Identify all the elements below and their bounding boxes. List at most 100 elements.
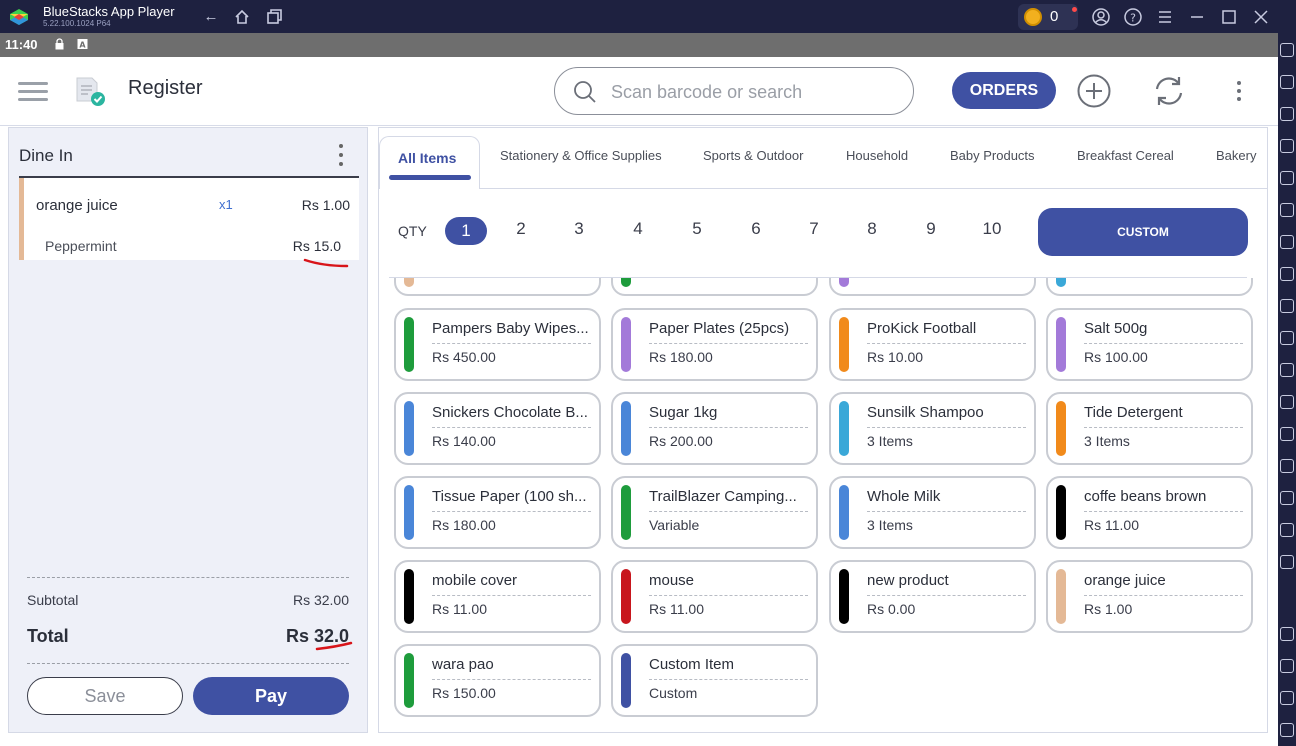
tab-baby-products[interactable]: Baby Products [950, 148, 1035, 163]
cart-line-item[interactable]: orange juice x1 Rs 1.00 Peppermint Rs 15… [19, 178, 359, 260]
keyboard-a-icon: A [77, 39, 88, 50]
tab-active-indicator [389, 175, 471, 180]
fullscreen-icon[interactable] [1280, 43, 1294, 57]
search-box[interactable] [554, 67, 914, 115]
qty-option-1[interactable]: 1 [445, 217, 487, 245]
product-color-bar [404, 278, 414, 287]
notification-dot [1072, 7, 1077, 12]
product-card[interactable]: Whole Milk 3 Items [829, 476, 1036, 549]
product-card[interactable]: Sugar 1kg Rs 200.00 [611, 392, 818, 465]
product-price: Rs 11.00 [432, 601, 487, 617]
qty-option-6[interactable]: 6 [736, 219, 776, 239]
record-icon[interactable] [1280, 299, 1294, 313]
menu-icon[interactable] [1155, 7, 1175, 27]
media-icon[interactable] [1280, 331, 1294, 345]
side-back-icon[interactable] [1280, 659, 1294, 673]
product-card[interactable]: Pampers Baby Wipes... Rs 450.00 [394, 308, 601, 381]
apk-icon[interactable] [1280, 235, 1294, 249]
cart-panel: Dine In orange juice x1 Rs 1.00 Peppermi… [8, 127, 368, 733]
qty-option-8[interactable]: 8 [852, 219, 892, 239]
side-recents-icon[interactable] [1280, 723, 1294, 737]
screenshot-icon[interactable] [1280, 267, 1294, 281]
product-card[interactable]: mouse Rs 11.00 [611, 560, 818, 633]
more-vertical-icon[interactable] [1221, 73, 1257, 109]
subtotal-label: Subtotal [27, 592, 79, 608]
maximize-icon[interactable] [1219, 7, 1239, 27]
product-card[interactable]: ProKick Football Rs 10.00 [829, 308, 1036, 381]
tab-sports-outdoor[interactable]: Sports & Outdoor [703, 148, 803, 163]
product-card[interactable]: wara pao Rs 150.00 [394, 644, 601, 717]
tab-bakery[interactable]: Bakery [1216, 148, 1256, 163]
product-card-partial[interactable] [611, 278, 818, 296]
product-name: Custom Item [649, 656, 735, 673]
qty-option-4[interactable]: 4 [618, 219, 658, 239]
rotate-icon[interactable] [1280, 171, 1294, 185]
hamburger-menu-icon[interactable] [18, 82, 48, 102]
qty-option-5[interactable]: 5 [677, 219, 717, 239]
annotation-underline-mark [315, 641, 353, 651]
product-card[interactable]: orange juice Rs 1.00 [1046, 560, 1253, 633]
product-card-partial[interactable] [394, 278, 601, 296]
search-input[interactable] [611, 81, 901, 103]
line-item-price: Rs 1.00 [301, 197, 350, 213]
tab-breakfast-cereal[interactable]: Breakfast Cereal [1077, 148, 1174, 163]
airplane-icon[interactable] [1280, 363, 1294, 377]
phone-icon[interactable] [1280, 427, 1294, 441]
product-price: Rs 1.00 [1084, 601, 1133, 617]
add-circle-icon[interactable] [1076, 73, 1112, 109]
custom-qty-button[interactable]: CUSTOM [1038, 208, 1248, 256]
tab-household[interactable]: Household [846, 148, 908, 163]
order-type-title[interactable]: Dine In [19, 146, 73, 166]
product-color-bar [839, 401, 849, 456]
refresh-icon[interactable] [1151, 73, 1187, 109]
product-card[interactable]: Sunsilk Shampoo 3 Items [829, 392, 1036, 465]
product-card-partial[interactable] [829, 278, 1036, 296]
tab-stationery[interactable]: Stationery & Office Supplies [500, 148, 662, 163]
qty-option-7[interactable]: 7 [794, 219, 834, 239]
back-icon[interactable]: ← [202, 8, 220, 26]
product-card[interactable]: Tide Detergent 3 Items [1046, 392, 1253, 465]
product-name: coffe beans brown [1084, 488, 1207, 505]
layers-icon[interactable] [1280, 491, 1294, 505]
help-icon[interactable]: ? [1123, 7, 1143, 27]
qty-option-2[interactable]: 2 [501, 219, 541, 239]
tab-all-items[interactable]: All Items [379, 136, 480, 189]
location-icon[interactable] [1280, 459, 1294, 473]
gamepad-icon[interactable] [1280, 139, 1294, 153]
save-button[interactable]: Save [27, 677, 183, 715]
product-card[interactable]: Salt 500g Rs 100.00 [1046, 308, 1253, 381]
product-color-bar [839, 317, 849, 372]
product-card[interactable]: mobile cover Rs 11.00 [394, 560, 601, 633]
product-card[interactable]: new product Rs 0.00 [829, 560, 1036, 633]
side-home-icon[interactable] [1280, 691, 1294, 705]
product-divider [1084, 343, 1243, 344]
orders-button[interactable]: ORDERS [952, 72, 1056, 109]
pay-button[interactable]: Pay [193, 677, 349, 715]
product-divider [432, 343, 591, 344]
product-card[interactable]: Paper Plates (25pcs) Rs 180.00 [611, 308, 818, 381]
qty-option-10[interactable]: 10 [972, 219, 1012, 239]
product-card[interactable]: TrailBlazer Camping... Variable [611, 476, 818, 549]
product-card[interactable]: Snickers Chocolate B... Rs 140.00 [394, 392, 601, 465]
qty-option-3[interactable]: 3 [559, 219, 599, 239]
account-icon[interactable] [1091, 7, 1111, 27]
product-card[interactable]: Custom Item Custom [611, 644, 818, 717]
home-icon[interactable] [233, 8, 251, 26]
product-card-partial[interactable] [1046, 278, 1253, 296]
multi-instance-icon[interactable] [1280, 555, 1294, 569]
macro-icon[interactable] [1280, 395, 1294, 409]
product-card[interactable]: coffe beans brown Rs 11.00 [1046, 476, 1253, 549]
keymap-icon[interactable] [1280, 107, 1294, 121]
product-color-bar [404, 317, 414, 372]
cart-more-icon[interactable] [338, 144, 344, 170]
settings-icon[interactable] [1280, 627, 1294, 641]
close-icon[interactable] [1251, 7, 1271, 27]
minimize-icon[interactable] [1187, 7, 1207, 27]
shake-icon[interactable] [1280, 203, 1294, 217]
volume-icon[interactable] [1280, 75, 1294, 89]
qty-option-9[interactable]: 9 [911, 219, 951, 239]
product-card[interactable]: Tissue Paper (100 sh... Rs 180.00 [394, 476, 601, 549]
eco-icon[interactable] [1280, 523, 1294, 537]
coins-pill[interactable]: 0 [1018, 4, 1078, 30]
multitask-icon[interactable] [265, 8, 283, 26]
